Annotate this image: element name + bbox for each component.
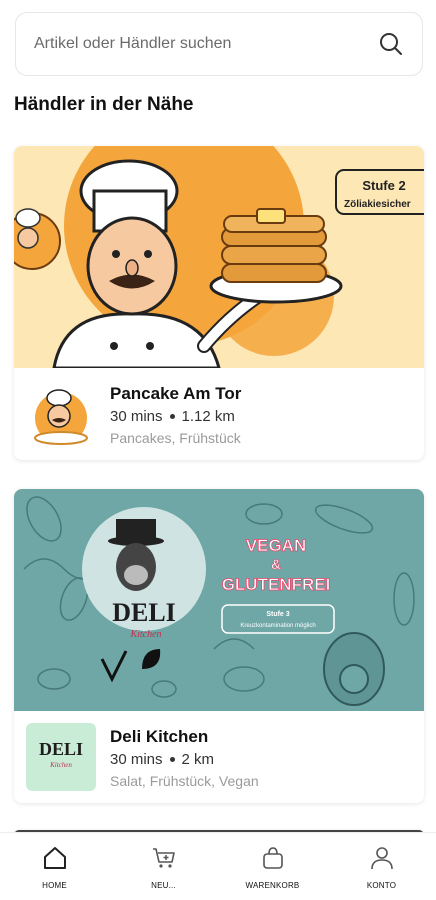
banner-headline-amp: & <box>271 556 281 572</box>
merchant-card-pancake[interactable]: Stufe 2 Zöliakiesicher Pancake Am Tor 30… <box>14 146 424 460</box>
merchant-card-deli[interactable]: DELI Kitchen VEGAN & GLUTENFREI Stufe 3 … <box>14 489 424 803</box>
separator-dot <box>169 757 175 762</box>
banner-badge-note: Zöliakiesicher <box>344 199 411 210</box>
banner-badge-level: Stufe 2 <box>362 178 405 193</box>
nav-label-cart: WARENKORB <box>245 881 300 890</box>
deli-banner-logo-text: DELI <box>112 598 176 627</box>
merchant-name: Pancake Am Tor <box>110 384 242 403</box>
distance: 1.12 km <box>181 408 235 425</box>
banner-badge-note: Kreuzkontamination möglich <box>240 623 315 629</box>
nav-item-new[interactable]: NEU... <box>109 833 218 900</box>
cart-icon <box>152 848 175 868</box>
nav-item-cart[interactable]: WARENKORB <box>218 833 327 900</box>
merchant-info: Pancake Am Tor 30 mins 1.12 km Pancakes,… <box>14 368 424 460</box>
merchant-meta: 30 mins 2 km <box>110 751 214 768</box>
merchant-tags: Salat, Frühstück, Vegan <box>110 773 259 789</box>
nav-label-account: KONTO <box>366 881 397 890</box>
nav-item-home[interactable]: HOME <box>0 833 109 900</box>
section-title: Händler in der Nähe <box>14 94 194 115</box>
nav-label-home: HOME <box>42 881 67 890</box>
merchant-info: DELI Kitchen Deli Kitchen 30 mins 2 km S… <box>14 711 424 803</box>
home-icon <box>43 847 66 869</box>
merchant-logo <box>26 380 96 448</box>
deli-logo-text: DELI <box>39 739 83 759</box>
search-input[interactable]: Artikel oder Händler suchen <box>34 35 378 53</box>
nav-label-new: NEU... <box>151 881 176 890</box>
search-icon[interactable] <box>378 31 404 57</box>
deli-logo-sub: Kitchen <box>49 761 72 769</box>
delivery-time: 30 mins <box>110 408 163 425</box>
user-icon <box>370 847 393 870</box>
merchant-meta: 30 mins 1.12 km <box>110 408 235 425</box>
banner-headline-1: VEGAN <box>246 536 306 555</box>
merchant-name: Deli Kitchen <box>110 727 209 746</box>
distance: 2 km <box>181 751 215 768</box>
bag-icon <box>262 847 283 869</box>
nav-item-account[interactable]: KONTO <box>327 833 436 900</box>
bottom-nav: HOME NEU... WARENKORB KONTO <box>0 832 436 900</box>
search-bar[interactable]: Artikel oder Händler suchen <box>15 12 423 76</box>
banner-headline-2: GLUTENFREI <box>222 575 331 594</box>
separator-dot <box>169 414 175 419</box>
banner-badge-level: Stufe 3 <box>266 611 289 618</box>
merchant-banner-image: DELI Kitchen VEGAN & GLUTENFREI Stufe 3 … <box>14 489 424 711</box>
deli-banner-logo-sub: Kitchen <box>129 629 161 640</box>
merchant-tags: Pancakes, Frühstück <box>110 430 241 446</box>
delivery-time: 30 mins <box>110 751 163 768</box>
merchant-logo: DELI Kitchen <box>26 723 96 791</box>
merchant-banner-image: Stufe 2 Zöliakiesicher <box>14 146 424 368</box>
